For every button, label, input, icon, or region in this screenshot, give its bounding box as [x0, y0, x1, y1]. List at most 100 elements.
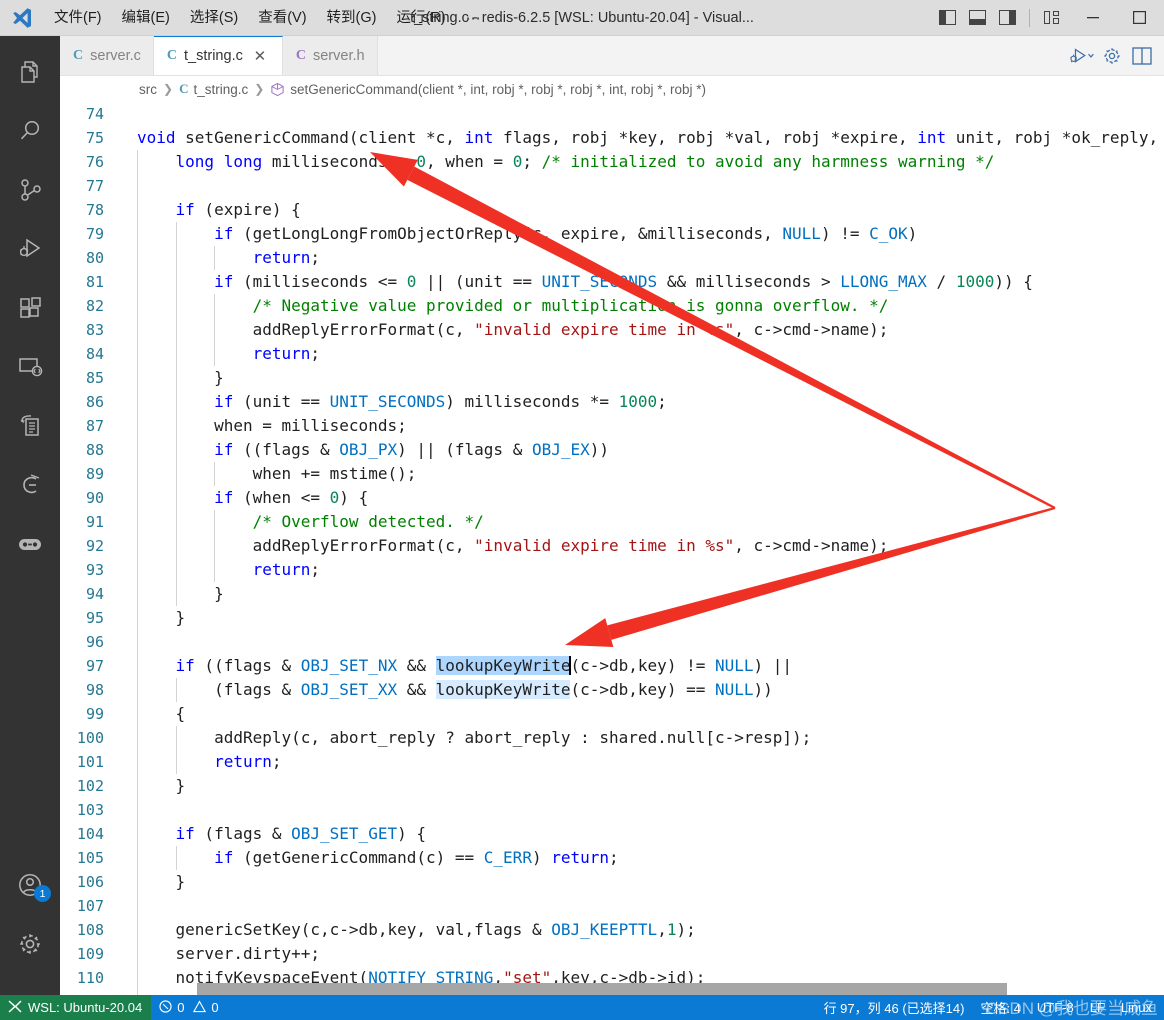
- code-line[interactable]: 91 /* Overflow detected. */: [60, 510, 1164, 534]
- code-line[interactable]: 105 if (getGenericCommand(c) == C_ERR) r…: [60, 846, 1164, 870]
- tab-server-h[interactable]: C server.h: [282, 36, 378, 75]
- line-content[interactable]: }: [126, 606, 1164, 630]
- code-line[interactable]: 74: [60, 102, 1164, 126]
- line-content[interactable]: return;: [126, 558, 1164, 582]
- line-content[interactable]: addReplyErrorFormat(c, "invalid expire t…: [126, 534, 1164, 558]
- extensions-icon[interactable]: [0, 278, 60, 337]
- code-line[interactable]: 108 genericSetKey(c,c->db,key, val,flags…: [60, 918, 1164, 942]
- settings-gear-icon[interactable]: [1098, 42, 1126, 70]
- toggle-panel-icon[interactable]: [963, 4, 991, 32]
- code-line[interactable]: 90 if (when <= 0) {: [60, 486, 1164, 510]
- editor-horizontal-scrollbar[interactable]: [60, 983, 1164, 995]
- code-line[interactable]: 101 return;: [60, 750, 1164, 774]
- toggle-secondary-sidebar-icon[interactable]: [993, 4, 1021, 32]
- close-icon[interactable]: ✕: [250, 46, 270, 66]
- line-content[interactable]: }: [126, 870, 1164, 894]
- code-line[interactable]: 78 if (expire) {: [60, 198, 1164, 222]
- menu-edit[interactable]: 编辑(E): [113, 5, 179, 31]
- code-line[interactable]: 88 if ((flags & OBJ_PX) || (flags & OBJ_…: [60, 438, 1164, 462]
- code-line[interactable]: 93 return;: [60, 558, 1164, 582]
- code-line[interactable]: 86 if (unit == UNIT_SECONDS) millisecond…: [60, 390, 1164, 414]
- run-or-debug-dropdown-icon[interactable]: [1068, 42, 1096, 70]
- status-language-mode[interactable]: Linux: [1113, 995, 1160, 1020]
- line-content[interactable]: }: [126, 582, 1164, 606]
- run-and-debug-icon[interactable]: [0, 219, 60, 278]
- line-content[interactable]: if (getGenericCommand(c) == C_ERR) retur…: [126, 846, 1164, 870]
- status-cursor-position[interactable]: 行 97，列 46 (已选择14): [816, 995, 973, 1020]
- line-content[interactable]: {: [126, 702, 1164, 726]
- code-editor[interactable]: 74 75 void setGenericCommand(client *c, in…: [60, 102, 1164, 995]
- code-line[interactable]: 79 if (getLongLongFromObjectOrReply(c, e…: [60, 222, 1164, 246]
- line-content[interactable]: }: [126, 366, 1164, 390]
- code-line[interactable]: 95 }: [60, 606, 1164, 630]
- gamepad-icon[interactable]: [0, 514, 60, 573]
- line-content[interactable]: void setGenericCommand(client *c, int fl…: [126, 126, 1164, 150]
- test-explorer-icon[interactable]: [0, 396, 60, 455]
- line-content[interactable]: if (flags & OBJ_SET_GET) {: [126, 822, 1164, 846]
- code-line[interactable]: 81 if (milliseconds <= 0 || (unit == UNI…: [60, 270, 1164, 294]
- code-line[interactable]: 94 }: [60, 582, 1164, 606]
- code-line[interactable]: 92 addReplyErrorFormat(c, "invalid expir…: [60, 534, 1164, 558]
- status-eol[interactable]: LF: [1082, 995, 1113, 1020]
- tab-t-string-c[interactable]: C t_string.c ✕: [153, 36, 283, 75]
- line-content[interactable]: server.dirty++;: [126, 942, 1164, 966]
- breadcrumb-item-symbol[interactable]: setGenericCommand(client *, int, robj *,…: [270, 82, 706, 97]
- search-icon[interactable]: [0, 101, 60, 160]
- code-line[interactable]: 80 return;: [60, 246, 1164, 270]
- customize-layout-icon[interactable]: [1038, 4, 1066, 32]
- split-editor-right-icon[interactable]: [1128, 42, 1156, 70]
- line-content[interactable]: if (expire) {: [126, 198, 1164, 222]
- maximize-icon[interactable]: [1116, 0, 1162, 36]
- line-content[interactable]: genericSetKey(c,c->db,key, val,flags & O…: [126, 918, 1164, 942]
- line-content[interactable]: return;: [126, 342, 1164, 366]
- menu-more-button[interactable]: ⋯: [456, 7, 492, 29]
- line-content[interactable]: return;: [126, 750, 1164, 774]
- code-line[interactable]: 109 server.dirty++;: [60, 942, 1164, 966]
- code-line[interactable]: 83 addReplyErrorFormat(c, "invalid expir…: [60, 318, 1164, 342]
- menu-selection[interactable]: 选择(S): [181, 5, 247, 31]
- line-content[interactable]: (flags & OBJ_SET_XX && lookupKeyWrite(c-…: [126, 678, 1164, 702]
- menu-run[interactable]: 运行(R): [387, 5, 454, 31]
- line-content[interactable]: when = milliseconds;: [126, 414, 1164, 438]
- line-content[interactable]: if (getLongLongFromObjectOrReply(c, expi…: [126, 222, 1164, 246]
- code-line[interactable]: 98 (flags & OBJ_SET_XX && lookupKeyWrite…: [60, 678, 1164, 702]
- code-line[interactable]: 84 return;: [60, 342, 1164, 366]
- line-content[interactable]: /* Negative value provided or multiplica…: [126, 294, 1164, 318]
- code-line[interactable]: 77: [60, 174, 1164, 198]
- line-content[interactable]: long long milliseconds = 0, when = 0; /*…: [126, 150, 1164, 174]
- line-content[interactable]: if (unit == UNIT_SECONDS) milliseconds *…: [126, 390, 1164, 414]
- line-content[interactable]: if (milliseconds <= 0 || (unit == UNIT_S…: [126, 270, 1164, 294]
- code-line[interactable]: 89 when += mstime();: [60, 462, 1164, 486]
- line-content[interactable]: if ((flags & OBJ_PX) || (flags & OBJ_EX)…: [126, 438, 1164, 462]
- line-content[interactable]: /* Overflow detected. */: [126, 510, 1164, 534]
- code-line[interactable]: 102 }: [60, 774, 1164, 798]
- remote-explorer-icon[interactable]: [0, 337, 60, 396]
- explorer-icon[interactable]: [0, 42, 60, 101]
- scrollbar-thumb[interactable]: [197, 983, 1007, 995]
- status-remote-wsl[interactable]: WSL: Ubuntu-20.04: [0, 995, 152, 1020]
- status-problems[interactable]: 0 0: [151, 995, 226, 1020]
- line-content[interactable]: addReply(c, abort_reply ? abort_reply : …: [126, 726, 1164, 750]
- manage-settings-gear-icon[interactable]: [0, 914, 60, 973]
- code-line[interactable]: 85 }: [60, 366, 1164, 390]
- code-line[interactable]: 97 if ((flags & OBJ_SET_NX && lookupKeyW…: [60, 654, 1164, 678]
- code-line[interactable]: 103: [60, 798, 1164, 822]
- code-line[interactable]: 99 {: [60, 702, 1164, 726]
- code-line[interactable]: 107: [60, 894, 1164, 918]
- status-indentation[interactable]: 空格: 4: [972, 995, 1028, 1020]
- line-content[interactable]: if (when <= 0) {: [126, 486, 1164, 510]
- code-line[interactable]: 106 }: [60, 870, 1164, 894]
- menu-view[interactable]: 查看(V): [249, 5, 315, 31]
- code-line[interactable]: 87 when = milliseconds;: [60, 414, 1164, 438]
- menu-go[interactable]: 转到(G): [318, 5, 386, 31]
- line-content[interactable]: when += mstime();: [126, 462, 1164, 486]
- minimize-icon[interactable]: [1070, 0, 1116, 36]
- toggle-primary-sidebar-icon[interactable]: [933, 4, 961, 32]
- breadcrumb-item-file[interactable]: C t_string.c: [179, 81, 248, 97]
- code-line[interactable]: 76 long long milliseconds = 0, when = 0;…: [60, 150, 1164, 174]
- source-control-icon[interactable]: [0, 160, 60, 219]
- code-line[interactable]: 75 void setGenericCommand(client *c, int …: [60, 126, 1164, 150]
- line-content[interactable]: return;: [126, 246, 1164, 270]
- line-content[interactable]: if ((flags & OBJ_SET_NX && lookupKeyWrit…: [126, 654, 1164, 678]
- code-line[interactable]: 96: [60, 630, 1164, 654]
